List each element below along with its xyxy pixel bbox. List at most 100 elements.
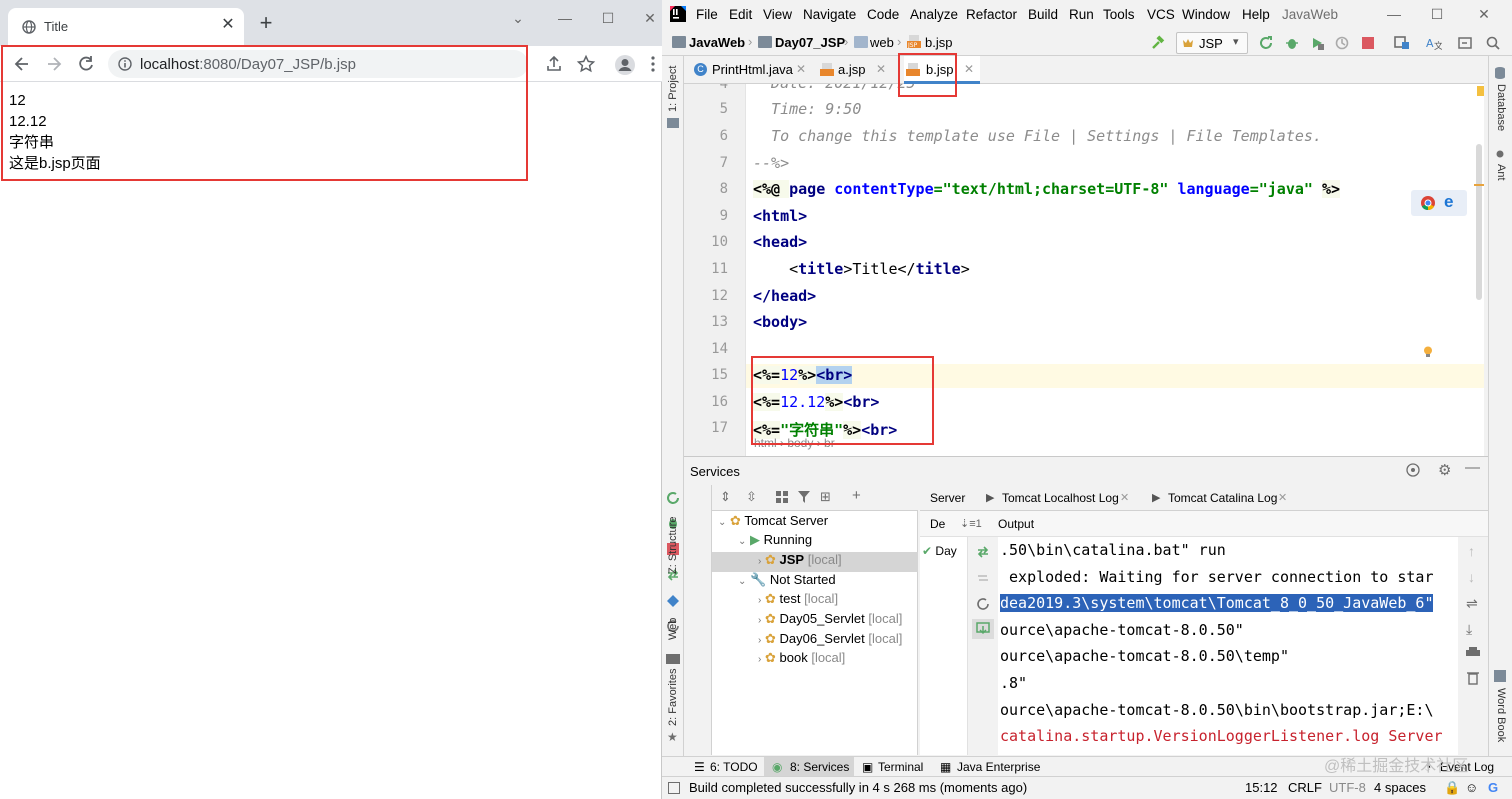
editor-scrollbar[interactable] [1474, 84, 1484, 456]
rerun-icon[interactable] [1259, 36, 1273, 50]
tool-terminal[interactable]: Terminal [878, 760, 923, 774]
tree-node-day05[interactable]: › ✿ Day05_Servlet [local] [758, 611, 902, 631]
tab-a-jsp[interactable]: a.jsp ✕ [818, 56, 892, 84]
deploy-icon[interactable] [976, 545, 990, 559]
star-icon[interactable] [576, 54, 596, 74]
scroll-to-end-icon[interactable]: ⤓ [1466, 621, 1472, 638]
close-tab-icon[interactable]: ✕ [796, 62, 806, 76]
menu-code[interactable]: Code [867, 7, 899, 22]
minimize-icon[interactable]: — [1384, 6, 1404, 22]
menu-refactor[interactable]: Refactor [966, 7, 1017, 22]
tree-node-jsp[interactable]: › ✿ JSP [local] [758, 552, 842, 572]
update-icon[interactable] [972, 619, 994, 639]
lightbulb-icon[interactable] [1423, 346, 1433, 358]
console-output[interactable]: .50\bin\catalina.bat" run exploded: Wait… [998, 537, 1458, 755]
tab-localhost-log[interactable]: Tomcat Localhost Log [1002, 491, 1119, 505]
tab-printhtml-java[interactable]: C PrintHtml.java ✕ [692, 56, 810, 84]
refresh-icon[interactable] [976, 597, 990, 611]
hide-panel-icon[interactable]: — [1465, 459, 1480, 476]
breadcrumb-folder[interactable]: web [870, 35, 894, 50]
menu-analyze[interactable]: Analyze [910, 7, 958, 22]
menu-build[interactable]: Build [1028, 7, 1058, 22]
star-icon[interactable]: ★ [667, 730, 678, 744]
menu-navigate[interactable]: Navigate [803, 7, 856, 22]
add-service-icon[interactable]: + [852, 487, 861, 504]
rerun-icon[interactable] [666, 491, 680, 505]
new-tab-icon[interactable]: + [256, 12, 276, 34]
tool-ant[interactable]: Ant [1495, 164, 1507, 181]
group-icon[interactable] [666, 594, 680, 608]
tree-node-tomcat-server[interactable]: ⌄ ✿ Tomcat Server [718, 513, 828, 533]
menu-run[interactable]: Run [1069, 7, 1094, 22]
indent-setting[interactable]: 4 spaces [1374, 780, 1426, 795]
debug-bug-icon[interactable] [1285, 36, 1299, 50]
layout-icon[interactable] [1458, 36, 1472, 50]
close-tab-icon[interactable]: ✕ [964, 62, 974, 76]
arrow-up-icon[interactable]: ↑ [1468, 543, 1475, 559]
project-folder-icon[interactable] [667, 118, 679, 128]
database-icon[interactable] [1494, 66, 1506, 80]
profile-avatar-icon[interactable] [614, 54, 635, 75]
close-tab-icon[interactable]: ✕ [1278, 491, 1287, 504]
menu-vcs[interactable]: VCS [1147, 7, 1175, 22]
google-icon[interactable]: G [1488, 780, 1498, 795]
tool-database[interactable]: Database [1495, 84, 1507, 131]
trash-icon[interactable] [1467, 671, 1479, 685]
menu-window[interactable]: Window [1182, 7, 1230, 22]
project-structure-icon[interactable] [1394, 36, 1409, 50]
word-book-icon[interactable] [1494, 670, 1506, 682]
status-message[interactable]: Build completed successfully in 4 s 268 … [689, 780, 1027, 795]
chevron-down-icon[interactable]: ⌄ [508, 10, 528, 26]
tool-project[interactable]: 1: Project [667, 66, 679, 112]
run-configuration-select[interactable]: JSP ▾ [1176, 32, 1248, 54]
tool-word-book[interactable]: Word Book [1495, 688, 1507, 742]
deployment-item[interactable]: ✔ Day [922, 544, 957, 558]
tool-favorites[interactable]: 2: Favorites [667, 669, 679, 726]
soft-wrap-icon[interactable]: ⇌ [1466, 595, 1478, 612]
tree-node-test[interactable]: › ✿ test [local] [758, 591, 838, 611]
breadcrumb-module[interactable]: Day07_JSP [775, 35, 845, 50]
close-icon[interactable]: ✕ [220, 17, 236, 33]
menu-edit[interactable]: Edit [729, 7, 752, 22]
gear-icon[interactable]: ⚙ [1438, 461, 1451, 479]
tab-server[interactable]: Server [930, 491, 965, 505]
tree-node-running[interactable]: ⌄ ▶ Running [738, 532, 812, 552]
globe-icon[interactable] [1406, 463, 1420, 477]
close-tab-icon[interactable]: ✕ [876, 62, 886, 76]
maximize-icon[interactable]: ☐ [1427, 6, 1447, 22]
menu-help[interactable]: Help [1242, 7, 1270, 22]
scrollbar-thumb[interactable] [1476, 144, 1482, 300]
tool-structure[interactable]: Z: Structure [667, 517, 679, 574]
filter-icon[interactable] [798, 491, 812, 503]
tool-todo[interactable]: 6: TODO [710, 760, 758, 774]
tool-java-enterprise[interactable]: Java Enterprise [957, 760, 1040, 774]
list-icon[interactable]: ⇣≡1 [960, 517, 982, 530]
file-encoding[interactable]: UTF-8 [1329, 780, 1366, 795]
share-icon[interactable] [544, 54, 564, 74]
stop-icon[interactable] [1361, 36, 1375, 50]
menu-file[interactable]: File [696, 7, 718, 22]
breadcrumb-file[interactable]: b.jsp [925, 35, 952, 50]
menu-view[interactable]: View [763, 7, 792, 22]
warning-marker[interactable] [1477, 86, 1484, 96]
tree-node-day06[interactable]: › ✿ Day06_Servlet [local] [758, 631, 902, 651]
layout-icon[interactable] [666, 654, 680, 664]
tool-web[interactable]: Web [667, 618, 679, 640]
print-icon[interactable] [1466, 647, 1480, 659]
run-coverage-icon[interactable] [1310, 36, 1324, 50]
translate-icon[interactable]: A文 [1426, 36, 1442, 50]
build-hammer-icon[interactable] [1150, 35, 1165, 49]
edge-icon[interactable]: e [1444, 193, 1460, 211]
lock-icon[interactable]: 🔒 [1444, 780, 1460, 796]
menu-tools[interactable]: Tools [1103, 7, 1135, 22]
maximize-icon[interactable]: ☐ [598, 10, 618, 26]
minimize-icon[interactable]: — [555, 10, 575, 26]
breadcrumb-project[interactable]: JavaWeb [689, 35, 745, 50]
line-separator[interactable]: CRLF [1288, 780, 1322, 795]
profiler-icon[interactable] [1335, 36, 1349, 50]
browser-tab[interactable]: Title ✕ [8, 8, 244, 46]
tree-node-not-started[interactable]: ⌄ 🔧 Not Started [738, 572, 836, 592]
new-tab-icon[interactable]: ⊞ [820, 489, 831, 505]
caret-position[interactable]: 15:12 [1245, 780, 1278, 795]
search-icon[interactable] [1486, 36, 1500, 50]
